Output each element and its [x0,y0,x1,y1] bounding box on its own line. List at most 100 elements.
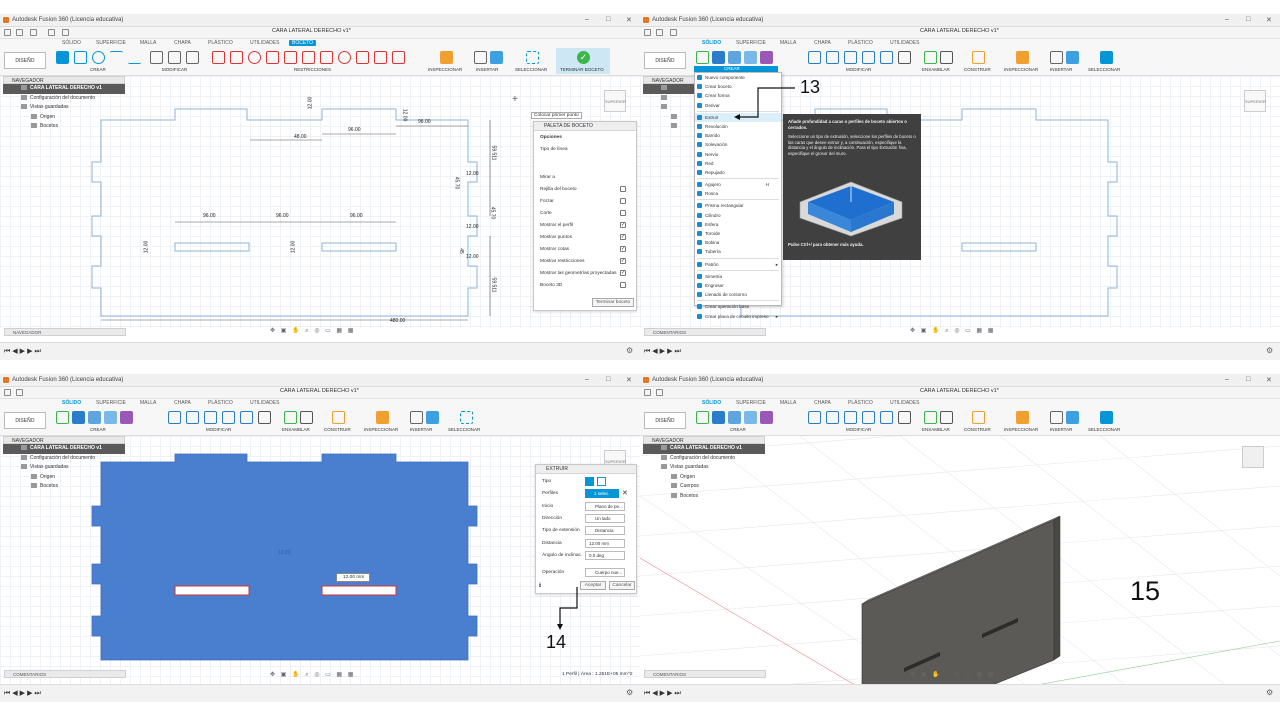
constraint-symmetry-icon[interactable] [320,51,333,64]
minimize-icon[interactable]: – [585,376,589,383]
group-inspeccionar[interactable]: INSPECCIONAR [428,67,462,72]
fillet-icon[interactable] [826,411,839,424]
constraint-equal-icon[interactable] [356,51,369,64]
redo-icon[interactable] [62,29,69,36]
canvas[interactable]: 12.00 12.00 mm NAVEGADOR CARA LATERAL DE… [0,436,640,688]
group-insertar[interactable]: INSERTAR [410,427,432,432]
new-component-icon[interactable] [696,51,709,64]
document-tab[interactable]: CARA LATERAL DERECHO v1* [920,28,999,38]
navigator-header[interactable]: NAVEGADOR [3,76,125,84]
tab-superficie[interactable]: SUPERFICIE [736,40,766,46]
close-icon[interactable]: ✕ [626,16,632,24]
select-icon[interactable] [1100,411,1113,424]
comments-bar[interactable]: NAVEGADOR [4,328,126,336]
dim-12-side-c[interactable]: 12.00 [466,254,479,260]
checkbox-dims[interactable]: ✓ [620,246,626,252]
minimize-icon[interactable]: – [1225,16,1229,23]
nav-item-views[interactable]: Vistas guardadas [643,463,765,473]
constraint-midpoint-icon[interactable] [374,51,387,64]
tab-utilidades[interactable]: UTILIDADES [890,400,919,406]
hole-icon[interactable] [744,51,757,64]
form-icon[interactable] [760,411,773,424]
group-crear[interactable]: CREAR [90,67,106,72]
group-seleccionar[interactable]: SELECCIONAR [448,427,480,432]
group-seleccionar[interactable]: SELECCIONAR [1088,67,1120,72]
timeline-controls[interactable]: ⏮◀▶▶⏭ [4,347,43,356]
maximize-icon[interactable]: □ [1246,16,1250,23]
chamfer-icon[interactable] [844,51,857,64]
revolve-icon[interactable] [88,411,101,424]
constraint-tangent-icon[interactable] [248,51,261,64]
group-modificar[interactable]: MODIFICAR [846,67,871,72]
nav-item-root[interactable]: CARA LATERAL DERECHO v1 [643,444,765,454]
document-tab[interactable]: CARA LATERAL DERECHO v1* [280,388,359,398]
press-pull-icon[interactable] [808,51,821,64]
insert-derive-icon[interactable] [474,51,487,64]
checkbox-3d[interactable] [620,282,626,288]
comments-bar[interactable]: COMENTARIOS [4,670,126,678]
shell-icon[interactable] [222,411,235,424]
group-insertar[interactable]: INSERTAR [1050,67,1072,72]
save-icon[interactable] [30,29,37,36]
as-built-joint-icon[interactable] [940,411,953,424]
tab-solido[interactable]: SÓLIDO [702,400,721,406]
nav-item-config[interactable]: Configuración del documento [643,454,765,464]
minimize-icon[interactable]: – [585,16,589,23]
tab-superficie[interactable]: SUPERFICIE [96,400,126,406]
group-modificar[interactable]: MODIFICAR [206,427,231,432]
constraint-curvature-icon[interactable] [338,51,351,64]
select-icon[interactable] [1100,51,1113,64]
hole-icon[interactable] [104,411,117,424]
group-crear[interactable]: CREAR [730,427,746,432]
nav-item-config[interactable]: Configuración del documento [3,94,125,104]
measure-icon[interactable] [1016,411,1029,424]
shell-icon[interactable] [862,51,875,64]
offset-tool-icon[interactable] [186,51,199,64]
group-seleccionar[interactable]: SELECCIONAR [515,67,547,72]
file-icon[interactable] [656,29,663,36]
checkbox-profile[interactable]: ✓ [620,222,626,228]
dim-96-slot-a[interactable]: 96.00 [203,213,216,219]
dim-5951-top[interactable]: 59.511 [490,146,496,161]
insert-derive-icon[interactable] [1050,51,1063,64]
group-inspeccionar[interactable]: INSPECCIONAR [364,427,398,432]
trim-tool-icon[interactable] [168,51,181,64]
checkbox-grid[interactable] [620,186,626,192]
checkbox-snap[interactable] [620,198,626,204]
group-terminar-boceto[interactable]: TERMINAR BOCETO [560,67,604,72]
comments-bar[interactable]: COMENTARIOS [644,328,766,336]
insert-image-icon[interactable] [1066,411,1079,424]
insert-image-icon[interactable] [426,411,439,424]
checkbox-points[interactable]: ✓ [620,234,626,240]
hole-icon[interactable] [744,411,757,424]
move-icon[interactable] [258,411,271,424]
file-icon[interactable] [16,29,23,36]
dim-45[interactable]: 45 [458,248,464,254]
nav-item-root[interactable]: CARA LATERAL DERECHO v1 [3,84,125,94]
settings-gear-icon[interactable]: ⚙ [626,346,633,355]
fillet-icon[interactable] [826,51,839,64]
tab-malla[interactable]: MALLA [140,400,156,406]
dim-12-slot-left[interactable]: 12.00 [143,241,149,254]
measure-icon[interactable] [440,51,453,64]
maximize-icon[interactable]: □ [606,376,610,383]
sketch-palette-header[interactable]: PALETA DE BOCETO [534,122,636,131]
insert-derive-icon[interactable] [410,411,423,424]
view-navigation-bar[interactable]: ✥ ▣ ✋ ⌕ ◎ ▭ ▦ ▦ [910,327,995,335]
nav-item-origin[interactable]: Origen [643,473,765,483]
constraint-coincident-icon[interactable] [230,51,243,64]
insert-derive-icon[interactable] [1050,411,1063,424]
close-icon[interactable]: ✕ [626,376,632,384]
tab-superficie[interactable]: SUPERFICIE [736,400,766,406]
canvas[interactable]: NAVEGADOR SUPERIOR Nuevo componente Crear… [640,72,1280,328]
group-construir[interactable]: CONSTRUIR [964,67,991,72]
viewcube-iso[interactable] [1242,446,1264,468]
circle-tool-icon[interactable] [92,51,105,64]
select-icon[interactable] [460,411,473,424]
save-icon[interactable] [670,29,677,36]
viewcube[interactable]: SUPERIOR [604,90,626,112]
constraint-lock-icon[interactable] [302,51,315,64]
group-modificar[interactable]: MODIFICAR [846,427,871,432]
comments-bar[interactable]: COMENTARIOS [644,670,766,678]
checkmark-icon[interactable]: ✓ [577,51,590,64]
